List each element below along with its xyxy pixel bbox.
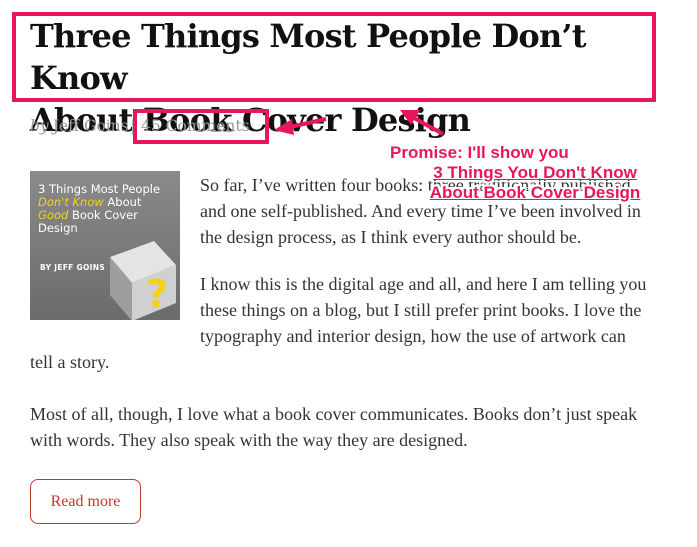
book-cover-thumbnail[interactable]: 3 Things Most People Don't Know About Go… [30,171,180,320]
annotation-line1: Promise: I'll show you [390,143,569,162]
arrow-to-title-icon [413,116,444,136]
annotation-callout: Promise: I'll show you 3 Things You Don'… [390,143,680,203]
thumbnail-author: BY JEFF GOINS [40,263,106,272]
arrow-to-comments-icon [289,117,327,129]
annotation-line2: 3 Things You Don't Know [433,163,637,182]
book-question-icon: ? [110,241,176,320]
svg-text:?: ? [146,272,168,316]
paragraph-cover-communicates: Most of all, though, I love what a book … [30,404,638,450]
read-more-button[interactable]: Read more [30,479,141,524]
paragraph-print-books: I know this is the digital age and all, … [200,274,647,346]
paragraph-print-books-end: tell a story. [30,352,110,372]
annotation-line3: About Book Cover Design [429,183,641,202]
arrow-head-comments-icon [274,119,294,135]
thumbnail-title: 3 Things Most People Don't Know About Go… [38,182,161,235]
